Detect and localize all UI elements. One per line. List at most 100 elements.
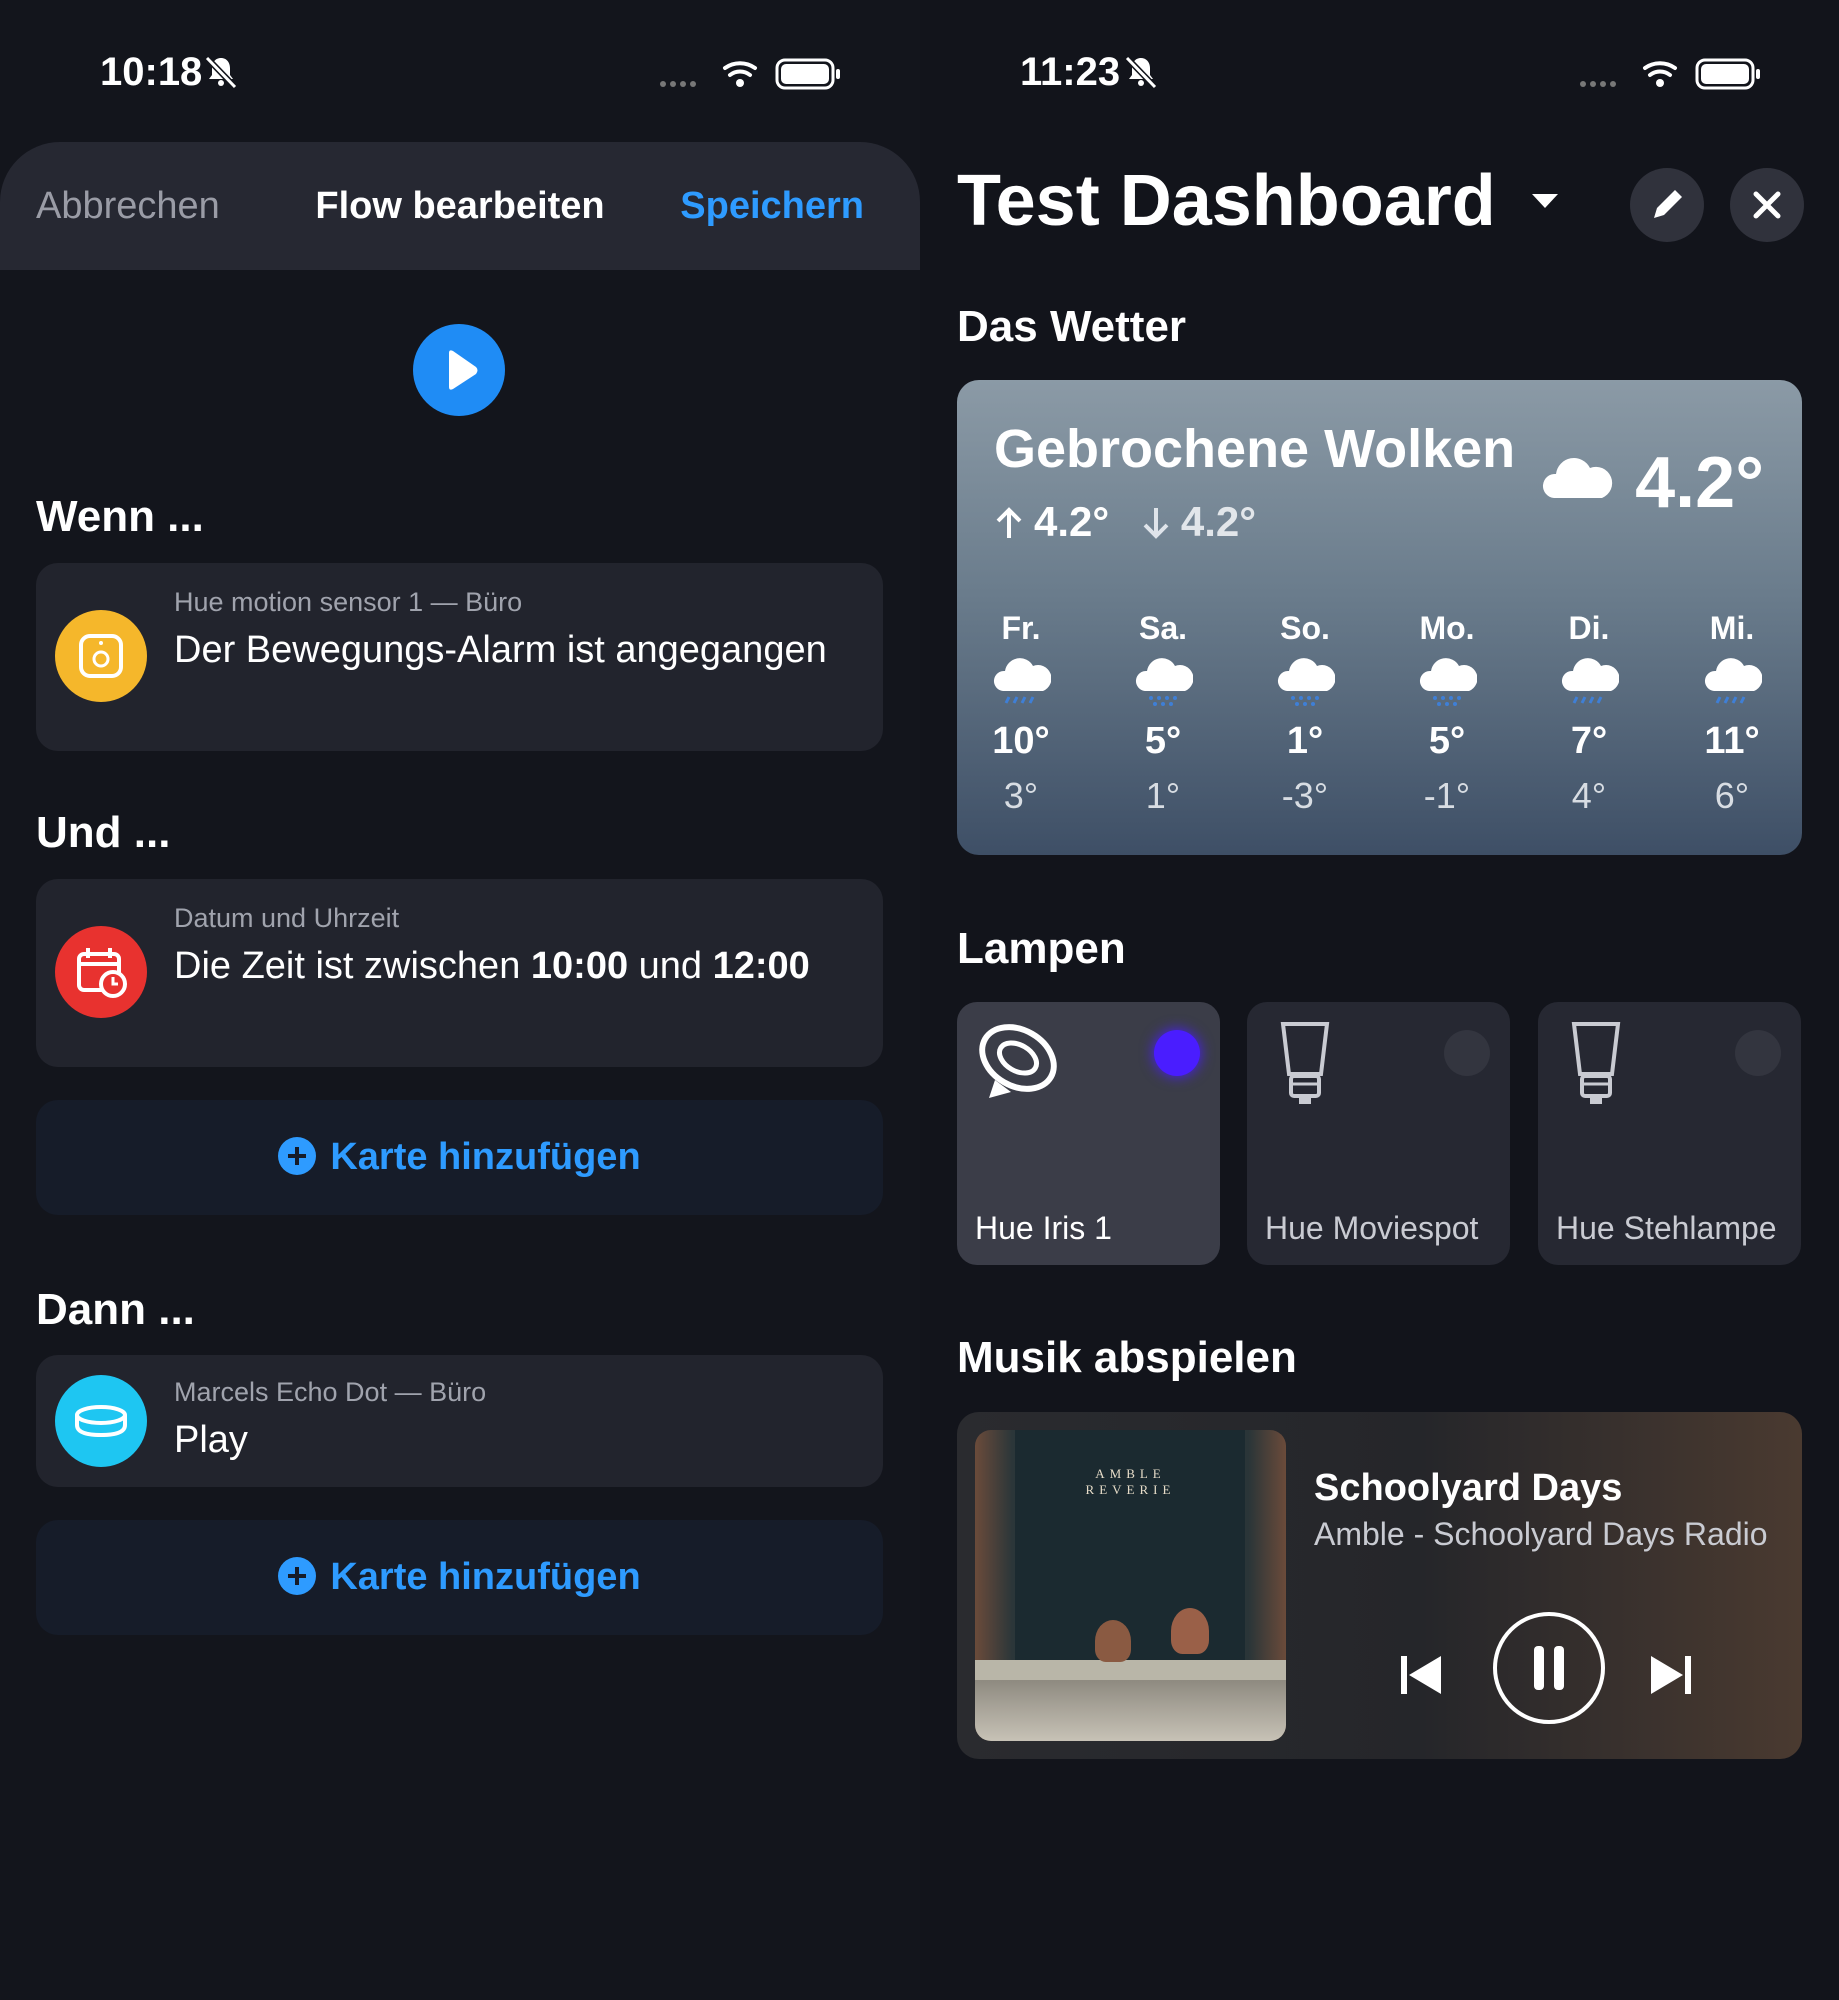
close-button[interactable] bbox=[1730, 168, 1804, 242]
forecast-high: 7° bbox=[1570, 720, 1608, 762]
plus-circle-icon bbox=[278, 1557, 317, 1595]
forecast-day-name: Di. bbox=[1568, 610, 1610, 646]
forecast-low: -3° bbox=[1281, 775, 1329, 816]
pencil-icon bbox=[1654, 190, 1682, 218]
forecast-day-name: Mi. bbox=[1709, 610, 1755, 646]
bulb-icon bbox=[1571, 1022, 1621, 1104]
rain-cloud-icon bbox=[1705, 658, 1762, 704]
add-condition-card-button[interactable]: Karte hinzufügen bbox=[36, 1100, 883, 1215]
action-device: Marcels Echo Dot — Büro bbox=[174, 1377, 487, 1407]
lamp-tile-hue-moviespot[interactable]: Hue Moviespot bbox=[1247, 1002, 1510, 1265]
bell-muted-icon bbox=[1124, 55, 1158, 90]
lamp-name: Hue Moviespot bbox=[1265, 1210, 1479, 1246]
forecast-day: Di. 7° 4° bbox=[1539, 610, 1639, 816]
lamps-heading: Lampen bbox=[957, 924, 1126, 973]
forecast-low: 3° bbox=[1003, 775, 1039, 816]
lamp-status-dot[interactable] bbox=[1154, 1030, 1200, 1076]
album-cover: AMBLE REVERIE bbox=[975, 1430, 1286, 1741]
cover-text-2: REVERIE bbox=[1085, 1482, 1176, 1497]
cloud-icon bbox=[1542, 458, 1613, 498]
arrow-up-icon bbox=[996, 507, 1022, 538]
dashboard-screen: 11:23 Test Dashboard Das Wetter Gebroche… bbox=[920, 0, 1839, 2000]
status-time: 11:23 bbox=[1020, 50, 1121, 94]
action-card[interactable]: Marcels Echo Dot — Büro Play bbox=[36, 1355, 883, 1487]
weather-low: 4.2° bbox=[1180, 498, 1257, 545]
weather-high: 4.2° bbox=[1034, 498, 1110, 545]
status-bar: 11:23 bbox=[920, 0, 1839, 150]
cover-face-1 bbox=[1095, 1620, 1131, 1662]
flow-editor-screen: 10:18 Abbrechen Flow bearbeiten Speicher… bbox=[0, 0, 920, 2000]
when-heading: Wenn ... bbox=[36, 492, 204, 541]
hue-iris-icon bbox=[979, 1024, 1057, 1098]
add-action-text: Karte hinzufügen bbox=[330, 1556, 641, 1598]
snow-cloud-icon bbox=[1136, 658, 1193, 706]
lamp-name: Hue Iris 1 bbox=[975, 1210, 1112, 1246]
add-action-card-button[interactable]: Karte hinzufügen bbox=[36, 1520, 883, 1635]
add-condition-label: Karte hinzufügen bbox=[36, 1136, 883, 1179]
condition-text: Die Zeit ist zwischen 10:00 und 12:00 bbox=[174, 939, 854, 994]
previous-track-button[interactable] bbox=[1395, 1650, 1445, 1700]
rain-cloud-icon bbox=[994, 658, 1051, 704]
signal-wifi-battery-icons bbox=[1580, 58, 1760, 90]
edit-button[interactable] bbox=[1630, 168, 1704, 242]
cover-face-2 bbox=[1171, 1608, 1209, 1654]
forecast-day: Fr. 10° 3° bbox=[971, 610, 1071, 816]
forecast-day: Sa. 5° 1° bbox=[1113, 610, 1213, 816]
track-title: Schoolyard Days bbox=[1314, 1467, 1623, 1509]
forecast-low: 4° bbox=[1571, 775, 1607, 816]
play-icon bbox=[449, 350, 478, 390]
forecast-low: 1° bbox=[1145, 775, 1181, 816]
lamp-status-dot[interactable] bbox=[1444, 1030, 1490, 1076]
cover-window bbox=[1015, 1430, 1245, 1660]
forecast-low: 6° bbox=[1714, 775, 1750, 816]
forecast-day-name: Sa. bbox=[1138, 610, 1188, 646]
pause-icon bbox=[1534, 1646, 1564, 1690]
echo-dot-icon bbox=[55, 1375, 147, 1467]
condition-card[interactable]: Datum und Uhrzeit Die Zeit ist zwischen … bbox=[36, 879, 883, 1067]
signal-wifi-battery-icons bbox=[660, 58, 840, 90]
weather-high-low: 4.2° 4.2° bbox=[994, 498, 1256, 546]
rain-cloud-icon bbox=[1562, 658, 1619, 704]
caret-down-icon bbox=[1531, 194, 1558, 208]
status-bar: 10:18 bbox=[0, 0, 920, 150]
add-condition-text: Karte hinzufügen bbox=[330, 1136, 641, 1178]
cover-wall bbox=[975, 1680, 1286, 1741]
add-action-label: Karte hinzufügen bbox=[36, 1556, 883, 1599]
dashboard-title: Test Dashboard bbox=[957, 161, 1496, 241]
pause-button[interactable] bbox=[1493, 1612, 1605, 1724]
motion-sensor-icon bbox=[55, 610, 147, 702]
cover-text-1: AMBLE bbox=[1095, 1466, 1166, 1481]
save-button[interactable]: Speichern bbox=[680, 185, 864, 228]
condition-time-start: 10:00 bbox=[530, 945, 629, 987]
arrow-down-icon bbox=[1143, 508, 1169, 539]
lamp-status-dot[interactable] bbox=[1735, 1030, 1781, 1076]
and-heading: Und ... bbox=[36, 808, 171, 857]
lamp-tile-hue-iris-1[interactable]: Hue Iris 1 bbox=[957, 1002, 1220, 1265]
forecast-high: 11° bbox=[1704, 720, 1760, 762]
forecast-day: Mo. 5° -1° bbox=[1397, 610, 1497, 816]
forecast-low: -1° bbox=[1423, 775, 1471, 816]
trigger-text: Der Bewegungs-Alarm ist angegangen bbox=[174, 629, 827, 671]
forecast-high: 5° bbox=[1144, 720, 1182, 762]
close-icon bbox=[1753, 191, 1781, 219]
status-time: 10:18 bbox=[100, 50, 203, 94]
music-heading: Musik abspielen bbox=[957, 1333, 1297, 1382]
lamp-name: Hue Stehlampe bbox=[1556, 1210, 1777, 1246]
music-player-card[interactable]: AMBLE REVERIE Schoolyard Days Amble - Sc… bbox=[957, 1412, 1802, 1759]
condition-text-a: Die Zeit ist zwischen bbox=[174, 945, 531, 987]
condition-text-b: und bbox=[628, 945, 713, 987]
weather-heading: Das Wetter bbox=[957, 302, 1187, 351]
forecast-day-name: Fr. bbox=[1001, 610, 1041, 646]
run-flow-button[interactable] bbox=[413, 324, 505, 416]
trigger-device: Hue motion sensor 1 — Büro bbox=[174, 587, 523, 617]
weather-card[interactable]: Gebrochene Wolken 4.2° 4.2° 4.2° Fr. 10° 3… bbox=[957, 380, 1802, 855]
dashboard-selector[interactable]: Test Dashboard bbox=[957, 160, 1560, 242]
forecast-day: So. 1° -3° bbox=[1255, 610, 1355, 816]
action-text: Play bbox=[174, 1419, 248, 1461]
bulb-icon bbox=[1280, 1022, 1330, 1104]
calendar-clock-icon bbox=[55, 926, 147, 1018]
snow-cloud-icon bbox=[1278, 658, 1335, 706]
next-track-button[interactable] bbox=[1647, 1650, 1697, 1700]
lamp-tile-hue-stehlampe[interactable]: Hue Stehlampe bbox=[1538, 1002, 1801, 1265]
trigger-card[interactable]: Hue motion sensor 1 — Büro Der Bewegungs… bbox=[36, 563, 883, 751]
